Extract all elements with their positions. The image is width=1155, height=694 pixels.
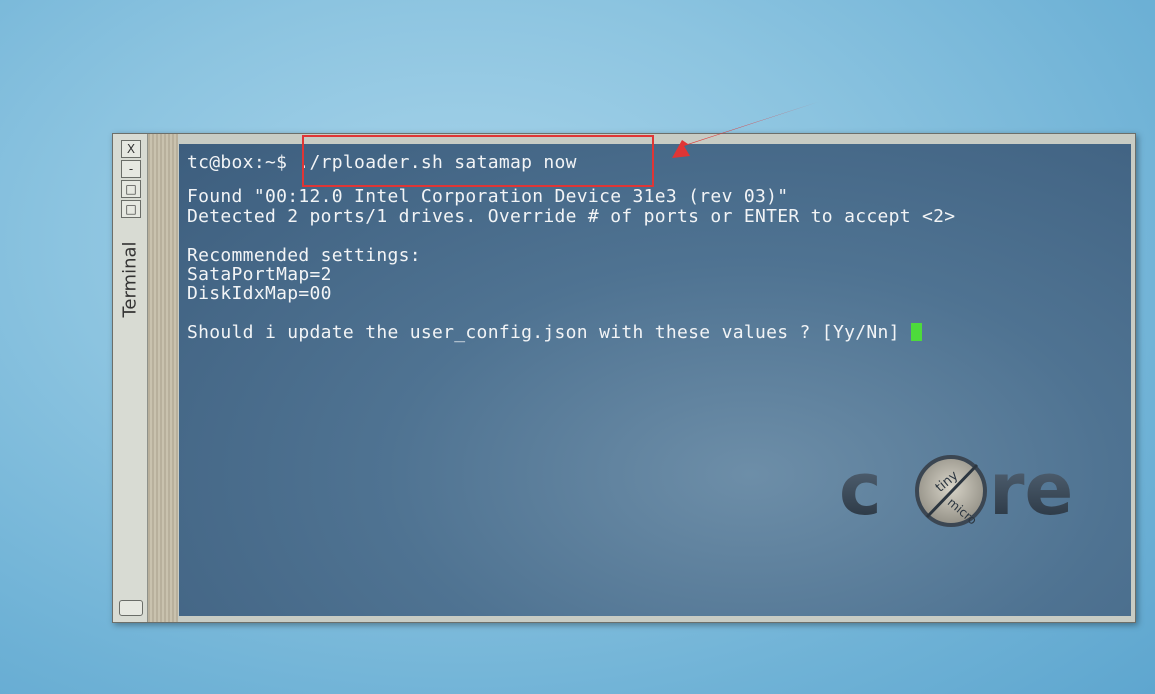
- output-line: Recommended settings:: [187, 245, 421, 266]
- question-text: Should i update the user_config.json wit…: [187, 322, 900, 343]
- terminal-window: X - □ □ Terminal tc@box:~$ ./rploader.sh…: [112, 133, 1136, 623]
- output-line: Found "00:12.0 Intel Corporation Device …: [187, 186, 789, 207]
- window-titlebar[interactable]: X - □ □ Terminal: [113, 134, 148, 622]
- prompt-line: Should i update the user_config.json wit…: [187, 322, 922, 343]
- prompt: tc@box:~$: [187, 152, 288, 173]
- minimize-button[interactable]: -: [121, 160, 141, 178]
- window-border-strip: [148, 134, 178, 622]
- highlight-box: [302, 135, 654, 187]
- terminal-console[interactable]: tc@box:~$ ./rploader.sh satamap now Foun…: [179, 144, 1131, 616]
- tinycore-logo: c tiny micro re: [839, 449, 1073, 531]
- logo-letters-right: re: [989, 449, 1073, 531]
- close-button[interactable]: X: [121, 140, 141, 158]
- window-title-container: Terminal: [116, 224, 144, 334]
- text-cursor: [910, 323, 922, 341]
- resize-grip[interactable]: [119, 600, 143, 616]
- maximize-button[interactable]: □: [121, 180, 141, 198]
- window-title: Terminal: [119, 240, 141, 318]
- annotation-arrow-icon: [672, 102, 818, 158]
- logo-letters-left: c: [839, 449, 882, 531]
- output-line: DiskIdxMap=00: [187, 283, 332, 304]
- output-line: SataPortMap=2: [187, 264, 332, 285]
- output-line: Detected 2 ports/1 drives. Override # of…: [187, 206, 956, 227]
- restore-button[interactable]: □: [121, 200, 141, 218]
